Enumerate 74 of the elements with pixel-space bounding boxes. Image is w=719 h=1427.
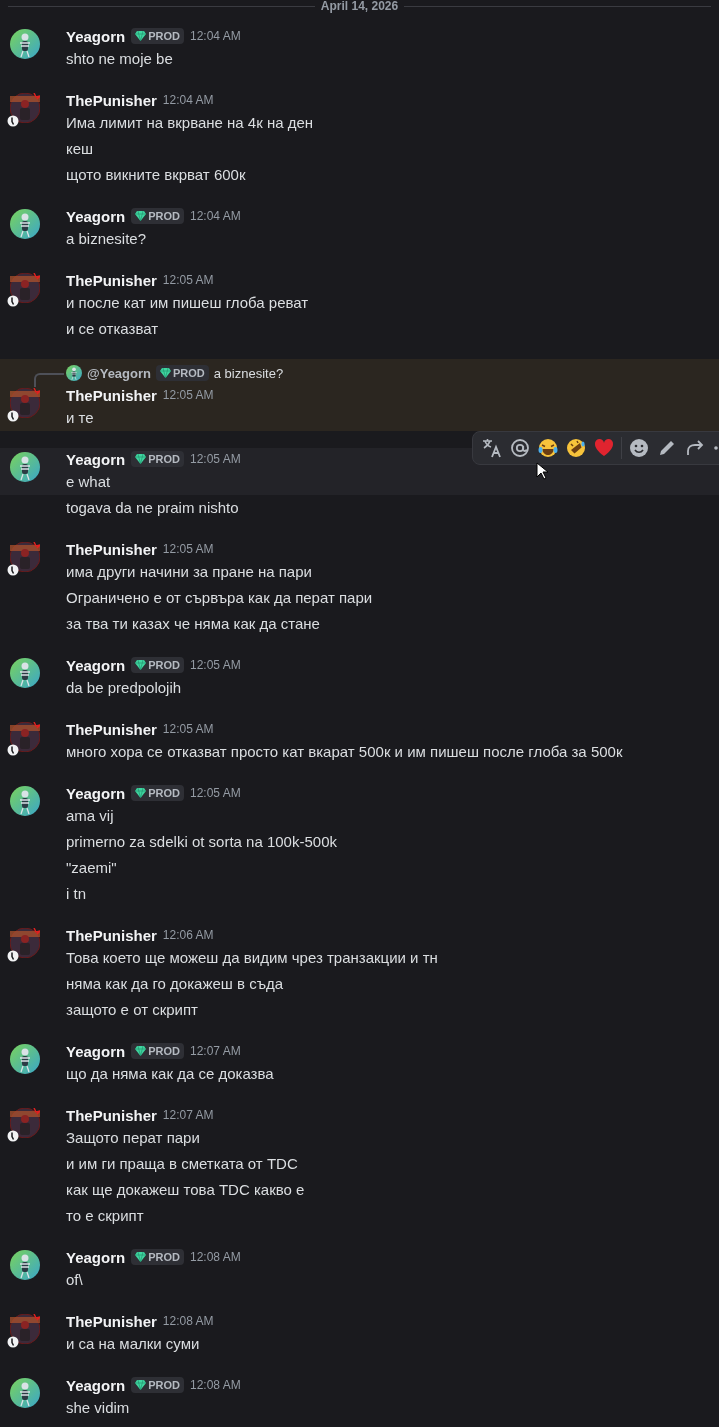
message-text: i tn [66, 884, 86, 904]
username[interactable]: Yeagorn [66, 1042, 126, 1060]
message-text: щото викните вкрват 600к [66, 165, 246, 185]
message-text: кеш [66, 139, 94, 159]
timestamp: 12:04 AM [189, 29, 241, 43]
username[interactable]: Yeagorn [66, 207, 126, 225]
message-text: и им ги праща в сметката от TDC [66, 1154, 298, 1174]
timestamp: 12:06 AM [162, 928, 214, 942]
username[interactable]: Yeagorn [66, 450, 126, 468]
message-text: за тва ти казах че няма как да стане [66, 614, 320, 634]
message-text: то е скрипт [66, 1206, 144, 1226]
badge-label: PROD [148, 787, 180, 799]
badge-label: PROD [148, 30, 180, 42]
badge-label: PROD [148, 453, 180, 465]
username[interactable]: ThePunisher [66, 271, 157, 289]
message-text: и се отказват [66, 319, 159, 339]
timestamp: 12:05 AM [189, 786, 241, 800]
message-text: Това което ще можеш да видим чрез транзакции и тн [66, 948, 438, 968]
timestamp: 12:08 AM [162, 1314, 214, 1328]
message-text: "zaemi" [66, 858, 117, 878]
timestamp: 12:05 AM [162, 273, 214, 287]
timestamp: 12:04 AM [162, 93, 214, 107]
username[interactable]: Yeagorn [66, 1248, 126, 1266]
reply-author[interactable]: @Yeagorn [87, 365, 151, 381]
message-text: primerno za sdelki ot sorta na 100k-500k [66, 832, 337, 852]
username[interactable]: Yeagorn [66, 656, 126, 674]
message-text: shto ne moje be [66, 49, 173, 69]
username[interactable]: ThePunisher [66, 386, 157, 404]
timestamp: 12:04 AM [189, 209, 241, 223]
timestamp: 12:05 AM [189, 658, 241, 672]
message-text: защото е от скрипт [66, 1000, 198, 1020]
username[interactable]: Yeagorn [66, 1376, 126, 1394]
message-text: she vidim [66, 1398, 130, 1418]
username[interactable]: ThePunisher [66, 91, 157, 109]
username[interactable]: Yeagorn [66, 784, 126, 802]
username[interactable]: ThePunisher [66, 1312, 157, 1330]
timestamp: 12:08 AM [189, 1378, 241, 1392]
message-text: и са на малки суми [66, 1334, 200, 1354]
username[interactable]: ThePunisher [66, 540, 157, 558]
reply-preview[interactable]: a biznesite? [213, 365, 284, 381]
message-text: и после кат им пишеш глоба реват [66, 293, 309, 313]
message-text: как ще докажеш това TDC какво е [66, 1180, 305, 1200]
badge-label: PROD [148, 1045, 180, 1057]
badge-label: PROD [148, 1379, 180, 1391]
message-text: Защото перат пари [66, 1128, 200, 1148]
badge-label: PROD [173, 367, 205, 379]
badge-label: PROD [148, 1251, 180, 1263]
timestamp: 12:05 AM [162, 542, 214, 556]
message-text: Ограничено е от сървъра как да перат пари [66, 588, 373, 608]
message-text: a biznesite? [66, 229, 147, 249]
message-text: ama vij [66, 806, 114, 826]
badge-label: PROD [148, 659, 180, 671]
message-text: of\ [66, 1270, 83, 1290]
message-text: togava da ne praim nishto [66, 498, 239, 518]
message-text: що да няма как да се доказва [66, 1064, 274, 1084]
username[interactable]: ThePunisher [66, 720, 157, 738]
timestamp: 12:08 AM [189, 1250, 241, 1264]
message-text: Има лимит на вкрване на 4к на ден [66, 113, 314, 133]
date-divider: April 14, 2026 [319, 0, 400, 12]
timestamp: 12:07 AM [189, 1044, 241, 1058]
message-text: много хора се отказват просто кат вкарат 500к и им пишеш после глоба за 500к [66, 742, 623, 762]
timestamp: 12:05 AM [162, 722, 214, 736]
badge-label: PROD [148, 210, 180, 222]
message-text: da be predpolojih [66, 678, 182, 698]
username[interactable]: ThePunisher [66, 1106, 157, 1124]
message-text: и те [66, 408, 94, 428]
username[interactable]: ThePunisher [66, 926, 157, 944]
message-text: e what [66, 472, 111, 492]
timestamp: 12:07 AM [162, 1108, 214, 1122]
message-text: има други начини за пране на пари [66, 562, 312, 582]
message-text: няма как да го докажеш в съда [66, 974, 284, 994]
timestamp: 12:05 AM [162, 388, 214, 402]
username[interactable]: Yeagorn [66, 27, 126, 45]
timestamp: 12:05 AM [189, 452, 241, 466]
